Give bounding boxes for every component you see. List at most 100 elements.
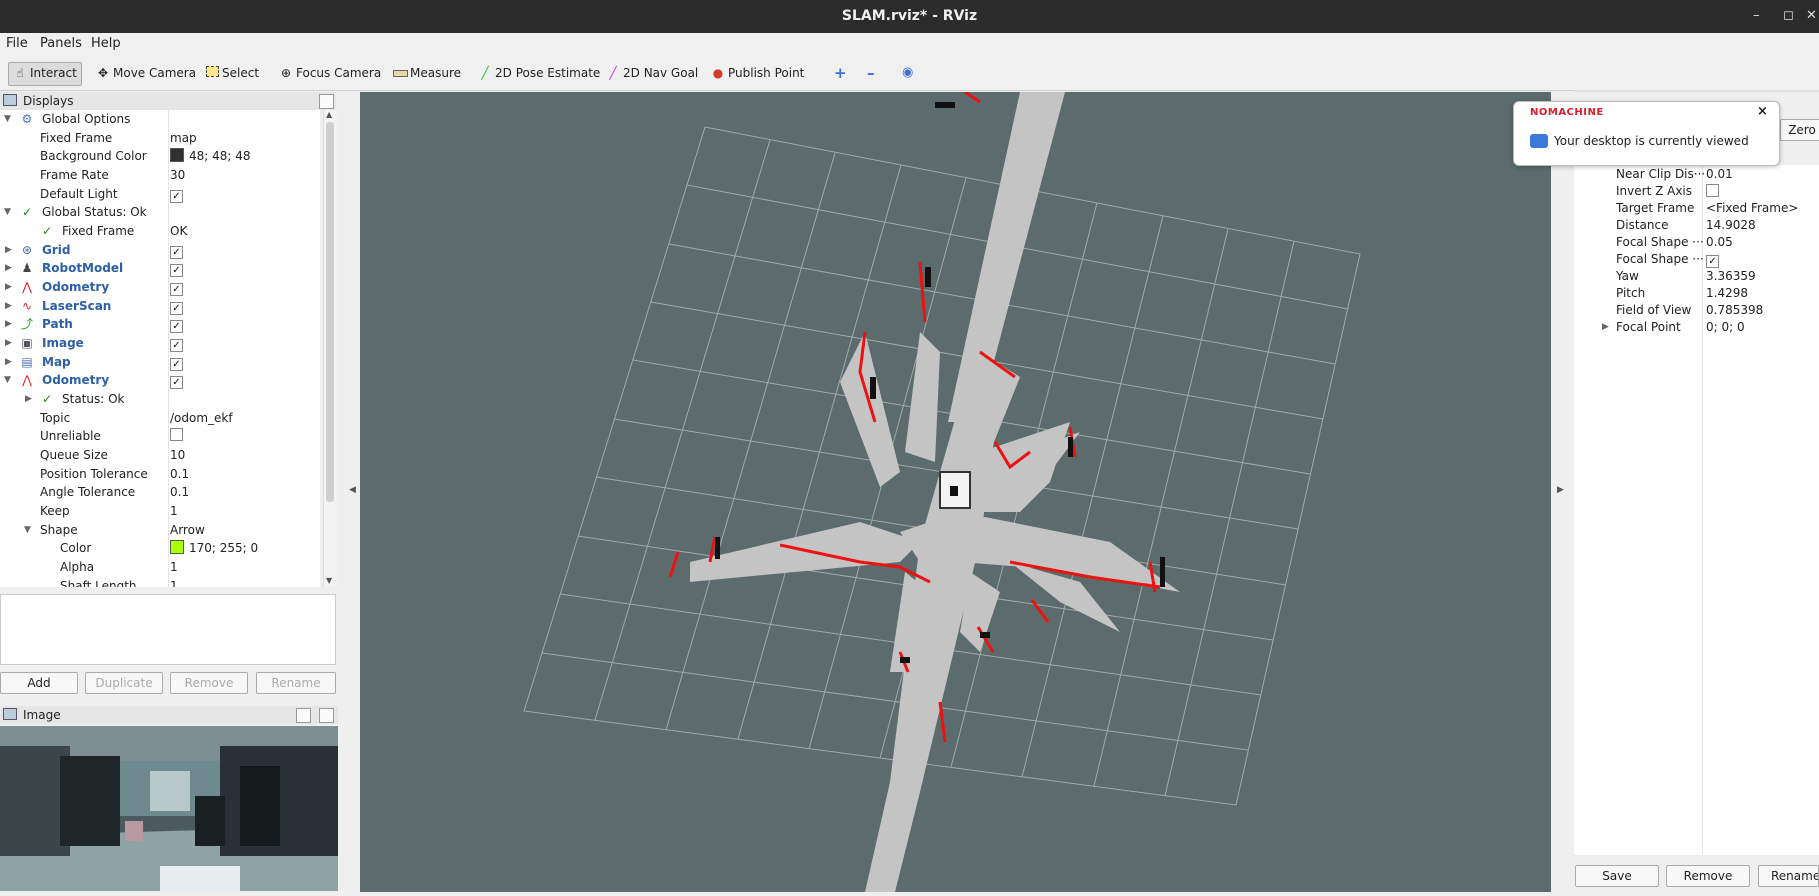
collapsed-arrow-icon[interactable]: ▶ xyxy=(1602,319,1609,336)
scroll-up-icon[interactable]: ▲ xyxy=(326,110,332,119)
checkbox-checked[interactable]: ✓ xyxy=(170,358,183,371)
scroll-thumb[interactable] xyxy=(326,122,334,502)
checkbox-checked[interactable]: ✓ xyxy=(170,302,183,315)
tree-row-path[interactable]: ▶ ⤴ Path ✓ xyxy=(0,315,320,333)
checkbox-unchecked[interactable] xyxy=(1706,184,1719,197)
close-notification-icon[interactable]: × xyxy=(1757,104,1768,119)
scroll-down-icon[interactable]: ▼ xyxy=(326,576,332,585)
expanded-arrow-icon[interactable]: ▼ xyxy=(4,371,14,389)
tree-row-status-ok[interactable]: ▶ ✓ Status: Ok xyxy=(0,390,320,408)
views-save-button[interactable]: Save xyxy=(1575,865,1659,887)
expanded-arrow-icon[interactable]: ▼ xyxy=(24,521,34,539)
tree-row-frame-rate[interactable]: Frame Rate 30 xyxy=(0,166,320,184)
render-viewport[interactable] xyxy=(360,92,1551,892)
tree-row-map[interactable]: ▶ ▤ Map ✓ xyxy=(0,353,320,371)
float-panel-button[interactable] xyxy=(296,708,311,723)
minimize-icon[interactable]: – xyxy=(1753,8,1760,23)
tree-row-odometry[interactable]: ▶ ⋀ Odometry ✓ xyxy=(0,278,320,296)
expanded-arrow-icon[interactable]: ▼ xyxy=(4,203,14,221)
duplicate-button[interactable]: Duplicate xyxy=(85,672,163,694)
interact-tool[interactable]: ☝ Interact xyxy=(8,62,82,86)
view-row-focal-shape-fixed[interactable]: Focal Shape ··· ✓ xyxy=(1574,251,1819,268)
tree-row-shape[interactable]: ▼ Shape Arrow xyxy=(0,521,320,539)
checkbox-checked[interactable]: ✓ xyxy=(170,376,183,389)
collapsed-arrow-icon[interactable]: ▶ xyxy=(5,334,15,352)
tree-row-odometry-expanded[interactable]: ▼ ⋀ Odometry ✓ xyxy=(0,371,320,389)
tree-row-shaft-length[interactable]: Shaft Length 1 xyxy=(0,577,320,587)
tree-row-laserscan[interactable]: ▶ ∿ LaserScan ✓ xyxy=(0,297,320,315)
remove-tool-icon[interactable]: – xyxy=(863,62,879,84)
view-row-target-frame[interactable]: Target Frame <Fixed Frame> xyxy=(1574,200,1819,217)
tree-row-global-status[interactable]: ▼ ✓ Global Status: Ok xyxy=(0,203,320,221)
displays-scrollbar[interactable]: ▲ ▼ xyxy=(323,110,337,587)
publish-point-tool[interactable]: ● Publish Point xyxy=(707,62,808,84)
collapse-right-icon[interactable]: ▶ xyxy=(1557,485,1564,495)
checkbox-checked[interactable]: ✓ xyxy=(170,190,183,203)
menu-panels[interactable]: Panels xyxy=(40,36,82,51)
tree-row-angle-tolerance[interactable]: Angle Tolerance 0.1 xyxy=(0,483,320,501)
collapsed-arrow-icon[interactable]: ▶ xyxy=(5,241,15,259)
color-swatch[interactable] xyxy=(170,540,184,554)
remove-button[interactable]: Remove xyxy=(170,672,248,694)
view-row-yaw[interactable]: Yaw 3.36359 xyxy=(1574,268,1819,285)
close-panel-button[interactable] xyxy=(319,708,334,723)
tree-row-position-tolerance[interactable]: Position Tolerance 0.1 xyxy=(0,465,320,483)
tree-row-unreliable[interactable]: Unreliable xyxy=(0,427,320,445)
collapsed-arrow-icon[interactable]: ▶ xyxy=(5,315,15,333)
checkbox-checked[interactable]: ✓ xyxy=(170,283,183,296)
view-row-pitch[interactable]: Pitch 1.4298 xyxy=(1574,285,1819,302)
collapsed-arrow-icon[interactable]: ▶ xyxy=(5,259,15,277)
measure-tool[interactable]: Measure xyxy=(389,62,465,84)
checkbox-checked[interactable]: ✓ xyxy=(170,320,183,333)
views-rename-button[interactable]: Rename xyxy=(1758,865,1819,887)
views-remove-button[interactable]: Remove xyxy=(1666,865,1750,887)
view-row-distance[interactable]: Distance 14.9028 xyxy=(1574,217,1819,234)
view-row-focal-shape-size[interactable]: Focal Shape ··· 0.05 xyxy=(1574,234,1819,251)
nomachine-notification[interactable]: NOMACHINE × Your desktop is currently vi… xyxy=(1513,101,1780,166)
collapsed-arrow-icon[interactable]: ▶ xyxy=(5,297,15,315)
menu-file[interactable]: File xyxy=(6,36,28,51)
tree-row-fixed-frame-status[interactable]: ✓ Fixed Frame OK xyxy=(0,222,320,240)
select-tool[interactable]: Select xyxy=(201,62,263,84)
close-icon[interactable]: ✕ xyxy=(1806,8,1817,23)
menu-help[interactable]: Help xyxy=(91,36,121,51)
view-row-focal-point[interactable]: ▶ Focal Point 0; 0; 0 xyxy=(1574,319,1819,336)
collapse-left-icon[interactable]: ◀ xyxy=(349,485,356,495)
collapsed-arrow-icon[interactable]: ▶ xyxy=(5,278,15,296)
add-tool-icon[interactable]: + xyxy=(830,62,851,84)
nav-goal-tool[interactable]: ╱ 2D Nav Goal xyxy=(602,62,702,84)
tree-row-global-options[interactable]: ▼ ⚙ Global Options xyxy=(0,110,320,128)
checkbox-checked[interactable]: ✓ xyxy=(170,264,183,277)
checkbox-unchecked[interactable] xyxy=(170,428,183,441)
view-row-invert-z[interactable]: Invert Z Axis xyxy=(1574,183,1819,200)
pose-estimate-tool[interactable]: ╱ 2D Pose Estimate xyxy=(474,62,604,84)
tree-row-default-light[interactable]: Default Light ✓ xyxy=(0,185,320,203)
tree-row-fixed-frame[interactable]: Fixed Frame map xyxy=(0,129,320,147)
checkbox-checked[interactable]: ✓ xyxy=(170,339,183,352)
color-swatch[interactable] xyxy=(170,148,184,162)
move-camera-tool[interactable]: ✥ Move Camera xyxy=(92,62,200,84)
add-button[interactable]: Add xyxy=(0,672,78,694)
tree-row-image[interactable]: ▶ ▣ Image ✓ xyxy=(0,334,320,352)
tree-row-background-color[interactable]: Background Color 48; 48; 48 xyxy=(0,147,320,165)
checkbox-checked[interactable]: ✓ xyxy=(170,246,183,259)
expanded-arrow-icon[interactable]: ▼ xyxy=(4,110,14,128)
tree-row-color[interactable]: Color 170; 255; 0 xyxy=(0,539,320,557)
zero-button[interactable]: Zero xyxy=(1780,119,1819,141)
checkbox-checked[interactable]: ✓ xyxy=(1706,255,1719,268)
collapsed-arrow-icon[interactable]: ▶ xyxy=(5,353,15,371)
view-row-near-clip[interactable]: Near Clip Dis··· 0.01 xyxy=(1574,166,1819,183)
rename-button[interactable]: Rename xyxy=(256,672,336,694)
view-row-field-of-view[interactable]: Field of View 0.785398 xyxy=(1574,302,1819,319)
tool-properties-icon[interactable]: ◉ xyxy=(898,62,917,84)
focus-camera-tool[interactable]: ⊕ Focus Camera xyxy=(275,62,385,84)
tree-row-alpha[interactable]: Alpha 1 xyxy=(0,558,320,576)
float-panel-button[interactable] xyxy=(319,94,334,109)
tree-row-topic[interactable]: Topic /odom_ekf xyxy=(0,409,320,427)
tree-row-grid[interactable]: ▶ ⊛ Grid ✓ xyxy=(0,241,320,259)
tree-row-robotmodel[interactable]: ▶ ♟ RobotModel ✓ xyxy=(0,259,320,277)
tree-row-queue-size[interactable]: Queue Size 10 xyxy=(0,446,320,464)
maximize-icon[interactable]: ◻ xyxy=(1783,8,1794,23)
collapsed-arrow-icon[interactable]: ▶ xyxy=(25,390,35,408)
tree-row-keep[interactable]: Keep 1 xyxy=(0,502,320,520)
